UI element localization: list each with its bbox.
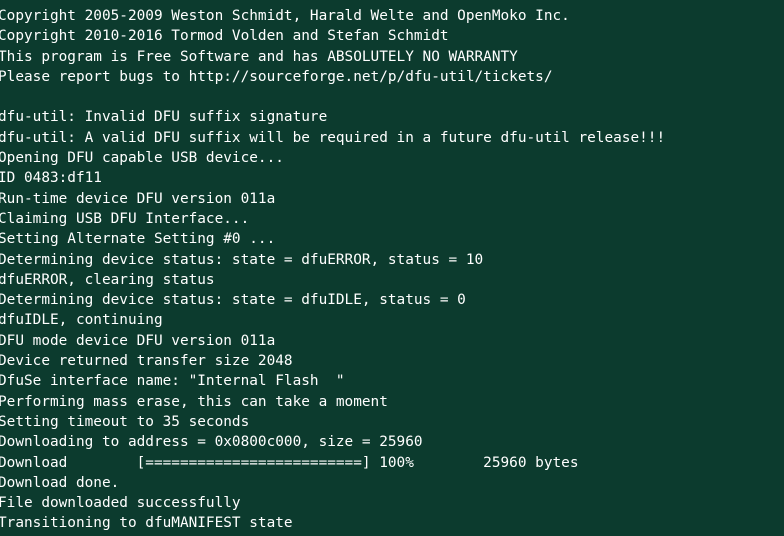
- terminal-line: Download [=========================] 100…: [0, 454, 579, 471]
- terminal-line: Downloading to address = 0x0800c000, siz…: [0, 434, 423, 451]
- terminal-line: dfu-util: A valid DFU suffix will be req…: [0, 129, 666, 146]
- terminal-line: Transitioning to dfuMANIFEST state: [0, 515, 293, 532]
- terminal-output: Copyright 2005-2009 Weston Schmidt, Hara…: [0, 0, 782, 536]
- terminal-line: ID 0483:df11: [0, 170, 102, 187]
- terminal-line: Opening DFU capable USB device...: [0, 150, 284, 167]
- terminal-line: Run-time device DFU version 011a: [0, 190, 276, 207]
- terminal-line: Please report bugs to http://sourceforge…: [0, 68, 553, 85]
- terminal-line: Performing mass erase, this can take a m…: [0, 393, 388, 410]
- terminal-line: Determining device status: state = dfuID…: [0, 292, 466, 309]
- terminal-line: Setting timeout to 35 seconds: [0, 413, 250, 430]
- terminal-line: Claiming USB DFU Interface...: [0, 210, 250, 227]
- terminal-line: DfuSe interface name: "Internal Flash ": [0, 373, 345, 390]
- terminal-line: Device returned transfer size 2048: [0, 353, 293, 370]
- terminal-line: Setting Alternate Setting #0 ...: [0, 231, 276, 248]
- terminal-line: Copyright 2005-2009 Weston Schmidt, Hara…: [0, 8, 570, 24]
- terminal-line: File downloaded successfully: [0, 495, 241, 512]
- terminal-line: Determining device status: state = dfuER…: [0, 251, 484, 268]
- terminal-line: This program is Free Software and has AB…: [0, 48, 518, 65]
- terminal-line: DFU mode device DFU version 011a: [0, 332, 276, 349]
- terminal-line: dfuIDLE, continuing: [0, 312, 163, 329]
- terminal-line: Download done.: [0, 474, 120, 491]
- terminal-line: dfuERROR, clearing status: [0, 271, 215, 288]
- terminal-line: dfu-util: Invalid DFU suffix signature: [0, 109, 328, 126]
- terminal-line: Copyright 2010-2016 Tormod Volden and St…: [0, 28, 449, 45]
